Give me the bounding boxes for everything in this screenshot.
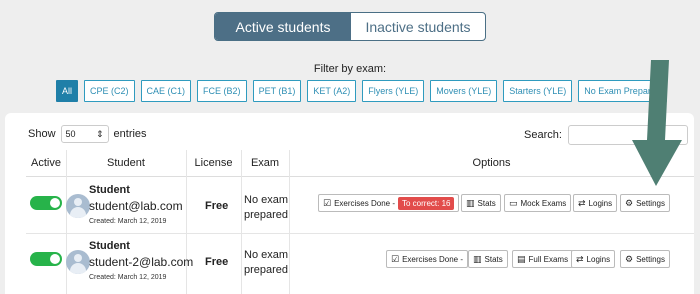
filter-chip-fce[interactable]: FCE (B2) bbox=[197, 80, 247, 102]
file-icon: ▤ bbox=[517, 253, 526, 264]
column-divider bbox=[241, 150, 242, 294]
student-name: Student bbox=[89, 184, 130, 196]
avatar bbox=[66, 194, 90, 218]
exchange-icon: ⇄ bbox=[576, 253, 584, 264]
stats-label: Stats bbox=[484, 254, 503, 264]
header-options-label: Options bbox=[472, 157, 511, 169]
logins-button[interactable]: ⇄ Logins bbox=[573, 194, 618, 212]
bar-chart-icon: ▥ bbox=[473, 253, 482, 264]
header-license[interactable]: License bbox=[186, 150, 241, 177]
settings-button[interactable]: ⚙ Settings bbox=[620, 250, 670, 268]
stats-button[interactable]: ▥ Stats bbox=[461, 194, 501, 212]
stats-label: Stats bbox=[477, 198, 496, 208]
exercises-label: Exercises Done - bbox=[402, 254, 463, 264]
header-active-label: Active bbox=[31, 157, 61, 169]
student-created: Created: March 12, 2019 bbox=[89, 274, 167, 281]
laptop-icon: ▭ bbox=[509, 197, 518, 208]
column-divider bbox=[289, 150, 290, 294]
filter-label: Filter by exam: bbox=[313, 63, 387, 75]
header-student[interactable]: Student bbox=[66, 150, 186, 177]
mock-exams-label: Mock Exams bbox=[520, 198, 567, 208]
filter-chip-all[interactable]: All bbox=[56, 80, 79, 102]
active-toggle[interactable] bbox=[30, 252, 62, 266]
student-email: student@lab.com bbox=[89, 199, 183, 213]
column-divider bbox=[66, 150, 67, 294]
entries-select[interactable]: 50 ⇕ bbox=[60, 125, 109, 143]
full-exams-button[interactable]: ▤ Full Exams bbox=[512, 250, 574, 268]
active-toggle[interactable] bbox=[30, 196, 62, 210]
to-correct-badge: To correct: 16 bbox=[398, 196, 455, 210]
settings-label: Settings bbox=[636, 254, 665, 264]
entries-control: Show 50 ⇕ entries bbox=[28, 125, 147, 143]
filter-chip-pet[interactable]: PET (B1) bbox=[252, 80, 302, 102]
student-created: Created: March 12, 2019 bbox=[89, 218, 167, 225]
check-square-icon: ☑ bbox=[323, 197, 332, 208]
gear-icon: ⚙ bbox=[625, 253, 634, 264]
filter-chip-ket[interactable]: KET (A2) bbox=[307, 80, 357, 102]
entries-label: entries bbox=[113, 128, 147, 140]
header-exam-label: Exam bbox=[250, 157, 280, 169]
row-divider bbox=[26, 233, 694, 234]
exercises-done-button[interactable]: ☑ Exercises Done - To correct: 16 bbox=[318, 194, 460, 212]
show-label: Show bbox=[28, 128, 56, 140]
tab-active-students[interactable]: Active students bbox=[215, 13, 351, 40]
exchange-icon: ⇄ bbox=[578, 197, 586, 208]
filter-chip-cae[interactable]: CAE (C1) bbox=[140, 80, 192, 102]
avatar bbox=[66, 250, 90, 274]
exercises-done-button[interactable]: ☑ Exercises Done - bbox=[386, 250, 468, 268]
student-name: Student bbox=[89, 240, 130, 252]
license-value: Free bbox=[205, 200, 229, 212]
select-arrows-icon: ⇕ bbox=[95, 128, 104, 139]
gear-icon: ⚙ bbox=[625, 197, 634, 208]
full-exams-label: Full Exams bbox=[528, 254, 569, 264]
search-label: Search: bbox=[524, 129, 562, 141]
down-arrow-icon bbox=[632, 60, 682, 186]
tab-inactive-students[interactable]: Inactive students bbox=[351, 13, 485, 40]
filter-chip-flyers[interactable]: Flyers (YLE) bbox=[362, 80, 425, 102]
logins-label: Logins bbox=[588, 198, 613, 208]
settings-button[interactable]: ⚙ Settings bbox=[620, 194, 670, 212]
logins-label: Logins bbox=[586, 254, 611, 264]
exam-value: No exam prepared bbox=[244, 194, 289, 221]
column-divider bbox=[186, 150, 187, 294]
header-active[interactable]: Active bbox=[26, 150, 66, 177]
check-square-icon: ☑ bbox=[391, 253, 400, 264]
mock-exams-button[interactable]: ▭ Mock Exams bbox=[504, 194, 572, 212]
bar-chart-icon: ▥ bbox=[466, 197, 475, 208]
header-license-label: License bbox=[194, 157, 233, 169]
exam-filter-chips: All CPE (C2) CAE (C1) FCE (B2) PET (B1) … bbox=[56, 80, 667, 102]
student-status-toggle: Active students Inactive students bbox=[214, 12, 486, 41]
filter-chip-cpe[interactable]: CPE (C2) bbox=[84, 80, 135, 102]
student-email: student-2@lab.com bbox=[89, 255, 194, 269]
exercises-label: Exercises Done - bbox=[334, 198, 395, 208]
license-value: Free bbox=[205, 256, 229, 268]
exam-value: No exam prepared bbox=[244, 249, 289, 276]
header-student-label: Student bbox=[107, 157, 145, 169]
logins-button[interactable]: ⇄ Logins bbox=[571, 250, 616, 268]
filter-chip-starters[interactable]: Starters (YLE) bbox=[503, 80, 573, 102]
settings-label: Settings bbox=[636, 198, 665, 208]
filter-chip-movers[interactable]: Movers (YLE) bbox=[430, 80, 498, 102]
entries-value: 50 bbox=[65, 129, 76, 139]
header-exam[interactable]: Exam bbox=[241, 150, 289, 177]
stats-button[interactable]: ▥ Stats bbox=[468, 250, 508, 268]
